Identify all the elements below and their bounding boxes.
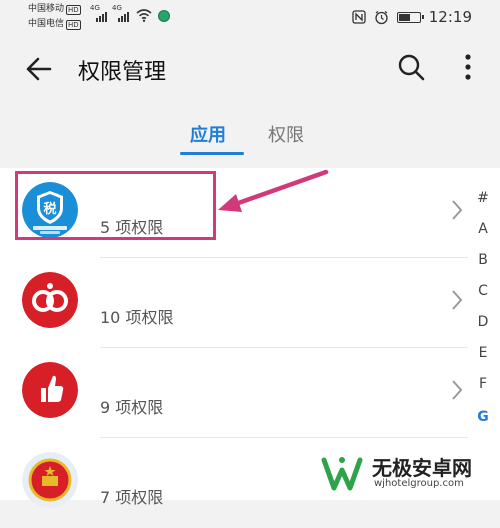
tab-permissions[interactable]: 权限 — [268, 121, 304, 147]
index-letter-active[interactable]: G — [472, 409, 494, 425]
red-rings-icon — [22, 272, 78, 328]
index-letter[interactable]: # — [472, 190, 494, 206]
status-bar: 中国移动 HD 中国电信 HD 4G 4G 12:19 — [0, 0, 500, 36]
network-type: 4G — [90, 4, 100, 12]
network-type: 4G — [112, 4, 122, 12]
permission-count: 9 项权限 — [100, 398, 164, 417]
highlight-box — [15, 171, 216, 240]
carrier-2: 中国电信 — [28, 19, 65, 29]
permission-count: 10 项权限 — [100, 308, 174, 327]
chevron-right-icon — [452, 290, 463, 310]
tab-indicator — [180, 152, 244, 155]
page-title: 权限管理 — [78, 60, 167, 85]
chevron-right-icon — [452, 200, 463, 220]
app-name-redacted — [100, 452, 185, 474]
app-name-redacted — [100, 272, 195, 294]
index-letter[interactable]: E — [472, 345, 494, 361]
vpn-globe-icon — [158, 10, 170, 22]
clock: 12:19 — [428, 8, 472, 26]
carrier-info: 中国移动 HD 中国电信 HD — [28, 2, 81, 32]
thumbs-up-icon — [22, 362, 78, 418]
signal-indicators: 4G 4G — [90, 4, 170, 22]
tab-bar: 应用 权限 — [0, 115, 500, 157]
signal-icon: 4G — [90, 4, 108, 22]
permission-count: 7 项权限 — [100, 488, 164, 507]
alarm-icon — [375, 10, 388, 24]
watermark-url: wjhotelgroup.com — [374, 478, 464, 489]
index-letter[interactable]: D — [472, 314, 494, 330]
index-letter[interactable]: A — [472, 221, 494, 237]
wifi-icon — [136, 9, 152, 22]
index-letter[interactable]: C — [472, 283, 494, 299]
tab-apps[interactable]: 应用 — [190, 121, 226, 147]
battery-icon — [396, 11, 424, 23]
more-vert-icon[interactable] — [458, 52, 478, 82]
signal-icon: 4G — [112, 4, 130, 22]
carrier-1: 中国移动 — [28, 4, 65, 14]
watermark-logo-icon — [321, 457, 363, 491]
index-letter[interactable]: B — [472, 252, 494, 268]
app-name-redacted — [100, 362, 195, 384]
list-item[interactable]: 10 项权限 — [0, 258, 468, 348]
annotation-arrow-icon — [218, 169, 329, 212]
hd-badge: HD — [66, 4, 81, 15]
app-bar: 权限管理 — [0, 36, 500, 106]
nfc-icon — [352, 10, 366, 24]
chevron-right-icon — [452, 380, 463, 400]
back-arrow-icon[interactable] — [22, 52, 56, 86]
index-letter[interactable]: F — [472, 376, 494, 392]
watermark: 无极安卓网 wjhotelgroup.com — [320, 448, 500, 500]
watermark-name: 无极安卓网 — [372, 456, 472, 480]
search-icon[interactable] — [396, 52, 426, 82]
list-item[interactable]: 9 项权限 — [0, 348, 468, 438]
hd-badge: HD — [66, 19, 81, 30]
status-right: 12:19 — [352, 8, 472, 26]
